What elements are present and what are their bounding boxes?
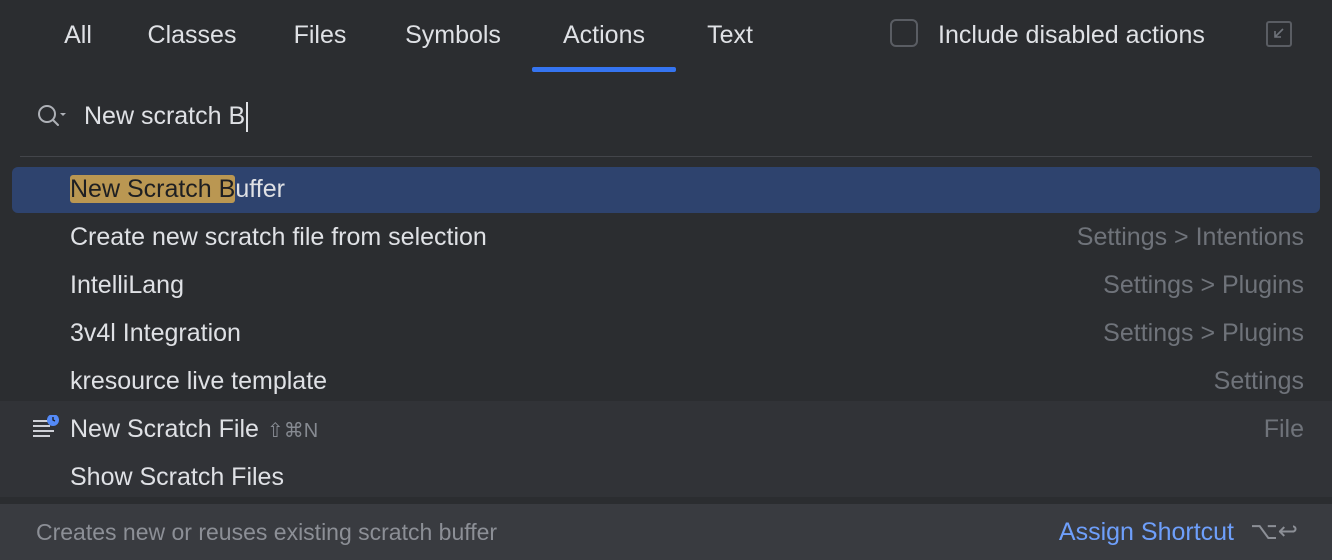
match-highlight: New Scratch B [70,175,236,203]
include-disabled-checkbox[interactable] [890,19,918,47]
status-footer: Creates new or reuses existing scratch b… [0,504,1332,560]
include-disabled-label[interactable]: Include disabled actions [938,0,1205,70]
tab-actions[interactable]: Actions [532,0,676,72]
shortcut-hint: ⇧⌘N [266,420,319,442]
search-bar: New scratch B [0,76,1332,156]
list-item[interactable]: 3v4l Integration Settings > Plugins [0,305,1332,353]
collapse-arrow-icon [1274,28,1284,38]
list-item[interactable]: kresource live template Settings [0,353,1332,401]
open-in-tool-window-button[interactable] [1266,21,1292,47]
search-icon[interactable] [36,103,72,136]
list-item[interactable]: New Scratch Buffer [0,161,1332,213]
tab-files[interactable]: Files [292,0,348,72]
assign-shortcut-keys: ⌥↩ [1250,518,1298,545]
list-item[interactable]: Show Scratch Files [0,449,1332,497]
search-input[interactable]: New scratch B [84,96,249,136]
text-caret [246,102,249,133]
scratch-file-icon [32,414,62,450]
scope-tabs-bar: All Classes Files Symbols Actions Text I… [0,0,1332,76]
list-item[interactable]: Create new scratch file from selection S… [0,209,1332,257]
assign-shortcut-link[interactable]: Assign Shortcut [1059,504,1234,560]
result-label: Show Scratch Files [70,463,284,491]
list-item[interactable]: IntelliLang Settings > Plugins [0,257,1332,305]
list-item[interactable]: New Scratch File ⇧⌘N File [0,401,1332,449]
tab-classes[interactable]: Classes [144,0,240,72]
action-description: Creates new or reuses existing scratch b… [36,519,498,545]
tab-symbols[interactable]: Symbols [400,0,506,72]
divider [20,156,1312,157]
tab-all[interactable]: All [62,0,94,72]
tab-text[interactable]: Text [702,0,758,72]
